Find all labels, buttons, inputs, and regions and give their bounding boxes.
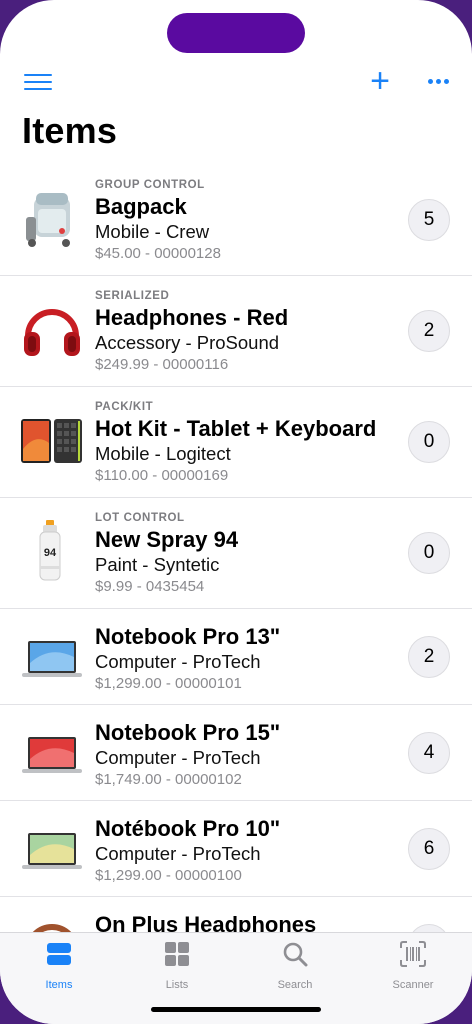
- item-category: SERIALIZED: [95, 290, 170, 302]
- add-item-button[interactable]: +: [366, 64, 394, 98]
- search-icon: [283, 942, 308, 967]
- tab-label: Items: [45, 979, 73, 991]
- item-meta: $45.00 - 00000128: [95, 245, 221, 262]
- headphones-image: [24, 309, 80, 356]
- list-item[interactable]: Notebook Pro 13" Computer - ProTech $1,2…: [0, 609, 472, 705]
- item-subtitle: Computer - ProTech: [95, 747, 261, 768]
- count-badge: 0: [408, 421, 450, 463]
- tab-label: Search: [277, 979, 313, 991]
- list-item[interactable]: Notebook Pro 15" Computer - ProTech $1,7…: [0, 705, 472, 801]
- item-name: Hot Kit - Tablet + Keyboard: [95, 416, 377, 441]
- item-category: GROUP CONTROL: [95, 179, 205, 191]
- svg-text:94: 94: [44, 547, 57, 559]
- item-texts: Notebook Pro 15" Computer - ProTech $1,7…: [95, 719, 280, 791]
- item-name: Notebook Pro 15": [95, 720, 281, 745]
- tab-scanner[interactable]: Scanner: [363, 941, 463, 993]
- count-badge: 2: [408, 636, 450, 678]
- count-badge: 6: [408, 828, 450, 870]
- item-texts: Notebook Pro 13" Computer - ProTech $1,2…: [95, 623, 280, 695]
- item-subtitle: Computer - ProTech: [95, 651, 261, 672]
- tab-lists[interactable]: Lists: [127, 941, 227, 993]
- count-badge: 5: [408, 199, 450, 241]
- item-texts: SERIALIZED Headphones - Red Accessory - …: [95, 288, 288, 376]
- item-name: New Spray 94: [95, 527, 239, 552]
- tab-search[interactable]: Search: [245, 941, 345, 993]
- spray-can-image: 94: [39, 520, 61, 581]
- item-subtitle: Accessory - ProSound: [95, 332, 280, 353]
- item-texts: LOT CONTROL New Spray 94 Paint - Synteti…: [95, 510, 238, 598]
- tab-label: Scanner: [392, 979, 434, 991]
- backpack-image: [26, 193, 70, 247]
- item-subtitle: Paint - Syntetic: [95, 554, 220, 575]
- item-meta: $1,749.00 - 00000102: [95, 771, 242, 788]
- list-item[interactable]: Notébook Pro 10" Computer - ProTech $1,2…: [0, 801, 472, 897]
- dynamic-island: [167, 13, 305, 53]
- item-texts: GROUP CONTROL Bagpack Mobile - Crew $45.…: [95, 177, 221, 265]
- item-subtitle: Mobile - Logitect: [95, 443, 231, 464]
- laptop-blue-image: [22, 641, 82, 677]
- home-indicator: [151, 1007, 321, 1012]
- count-badge: 2: [408, 310, 450, 352]
- navigation-bar: +: [0, 58, 472, 108]
- list-item[interactable]: GROUP CONTROL Bagpack Mobile - Crew $45.…: [0, 165, 472, 276]
- list-item[interactable]: 94 LOT CONTROL New Spray 94 Paint - Synt…: [0, 498, 472, 609]
- item-category: PACK/KIT: [95, 401, 154, 413]
- count-badge: 0: [408, 532, 450, 574]
- item-meta: $110.00 - 00000169: [95, 467, 229, 484]
- item-subtitle: Computer - ProTech: [95, 843, 261, 864]
- item-texts: Notébook Pro 10" Computer - ProTech $1,2…: [95, 815, 280, 887]
- item-subtitle: Mobile - Crew: [95, 221, 210, 242]
- more-options-icon[interactable]: [424, 72, 454, 92]
- tab-items[interactable]: Items: [9, 941, 109, 993]
- item-name: Notébook Pro 10": [95, 816, 281, 841]
- list-item[interactable]: PACK/KIT Hot Kit - Tablet + Keyboard Mob…: [0, 387, 472, 498]
- phone-screen: + Items GROUP CONTROL Bagpack Mobile - C…: [0, 0, 472, 1024]
- item-meta: $1,299.00 - 00000101: [95, 675, 242, 692]
- count-badge: 4: [408, 732, 450, 774]
- hamburger-menu-icon[interactable]: [24, 74, 54, 92]
- item-meta: $249.99 - 00000116: [95, 356, 229, 373]
- barcode-scanner-icon: [400, 941, 426, 967]
- tab-label: Lists: [165, 979, 189, 991]
- item-name: Headphones - Red: [95, 305, 289, 330]
- item-texts: PACK/KIT Hot Kit - Tablet + Keyboard Mob…: [95, 399, 376, 487]
- laptop-red-image: [22, 737, 82, 773]
- page-title: Items: [22, 110, 118, 151]
- items-icon: [47, 943, 71, 965]
- item-meta: $1,299.00 - 00000100: [95, 867, 242, 884]
- item-meta: $9.99 - 0435454: [95, 578, 205, 595]
- items-list: GROUP CONTROL Bagpack Mobile - Crew $45.…: [0, 165, 472, 993]
- item-name: Notebook Pro 13": [95, 624, 281, 649]
- laptop-green-image: [22, 833, 82, 869]
- list-item[interactable]: SERIALIZED Headphones - Red Accessory - …: [0, 276, 472, 387]
- item-name: Bagpack: [95, 194, 187, 219]
- tablet-keyboard-image: [21, 419, 82, 463]
- item-category: LOT CONTROL: [95, 512, 185, 524]
- grid-icon: [165, 942, 189, 966]
